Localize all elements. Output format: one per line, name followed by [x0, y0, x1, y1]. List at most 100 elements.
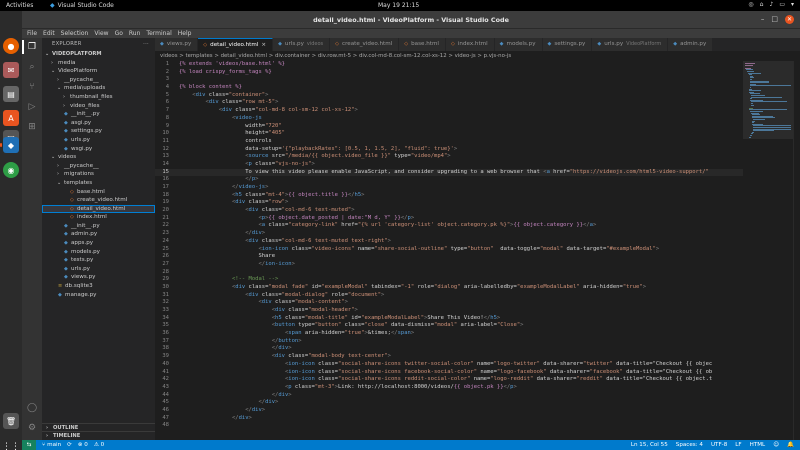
editor-tab[interactable]: ◆ urls.py videos — [273, 38, 331, 51]
cursor-position[interactable]: Ln 15, Col 55 — [631, 440, 668, 450]
code-line[interactable]: 43 <p class="mt-3">Link: http://localhos… — [155, 384, 743, 392]
code-line[interactable]: 29 <!-- Modal --> — [155, 276, 743, 284]
code-line[interactable]: 24 <div class="col-md-6 text-muted text-… — [155, 238, 743, 246]
code-line[interactable]: 26 Share — [155, 253, 743, 261]
code-line[interactable]: 32 <div class="modal-content"> — [155, 299, 743, 307]
code-line[interactable]: 1 {% extends 'videos/base.html' %} — [155, 61, 743, 69]
show-apps-icon[interactable]: ⋮⋮ — [2, 439, 20, 450]
code-line[interactable]: 16 </p> — [155, 176, 743, 184]
tree-folder[interactable]: › video_files — [42, 102, 155, 111]
code-line[interactable]: 19 <div class="row"> — [155, 199, 743, 207]
tree-file[interactable]: ◆ views.py — [42, 273, 155, 282]
tree-folder[interactable]: › __pycache__ — [42, 76, 155, 85]
feedback-icon[interactable]: ☺ — [773, 440, 779, 450]
tree-file[interactable]: ◆ urls.py — [42, 136, 155, 145]
code-line[interactable]: 42 <ion-icon class="social-share-icons r… — [155, 376, 743, 384]
vscode-dock-icon[interactable]: ◆ — [3, 137, 19, 153]
tree-file[interactable]: ◆ __init__.py — [42, 110, 155, 119]
code-line[interactable]: 4 {% block content %} — [155, 84, 743, 92]
code-line[interactable]: 5 <div class="container"> — [155, 92, 743, 100]
tree-file[interactable]: ◇ base.html — [42, 188, 155, 197]
more-actions-icon[interactable]: ··· — [143, 38, 149, 50]
menu-help[interactable]: Help — [178, 30, 192, 37]
tree-folder[interactable]: ⌄ media\uploads — [42, 84, 155, 93]
menu-file[interactable]: File — [27, 30, 37, 37]
system-tray[interactable]: ◎ ⌂ ♪ ▭ ▾ — [748, 1, 794, 8]
encoding[interactable]: UTF-8 — [711, 440, 727, 450]
search-icon[interactable]: ⌕ — [25, 60, 39, 74]
tree-file[interactable]: ◇ create_video.html — [42, 196, 155, 205]
code-line[interactable]: 47 </div> — [155, 415, 743, 423]
tree-folder[interactable]: ⌄ templates — [42, 179, 155, 188]
code-line[interactable]: 44 </div> — [155, 392, 743, 400]
tree-folder[interactable]: ⌄ VIDEOPLATFORM — [42, 50, 155, 59]
code-line[interactable]: 34 <h5 class="modal-title" id="exampleMo… — [155, 315, 743, 323]
editor-tab[interactable]: ◇ create_video.html — [330, 38, 400, 51]
trash-icon[interactable]: 🗑 — [3, 413, 19, 429]
accessibility-icon[interactable]: ◎ — [748, 1, 753, 8]
editor-tab[interactable]: ◆ settings.py — [542, 38, 593, 51]
maximize-button[interactable]: □ — [771, 15, 778, 24]
minimap-slider[interactable] — [743, 61, 793, 139]
code-line[interactable]: 33 <div class="modal-header"> — [155, 307, 743, 315]
code-line[interactable]: 23 </div> — [155, 230, 743, 238]
code-line[interactable]: 14 <p class="vjs-no-js"> — [155, 161, 743, 169]
editor-tab[interactable]: ◆ admin.py — [668, 38, 714, 51]
menu-selection[interactable]: Selection — [61, 30, 89, 37]
tree-file[interactable]: ◆ manage.py — [42, 291, 155, 300]
language-mode[interactable]: HTML — [750, 440, 766, 450]
menu-view[interactable]: View — [94, 30, 108, 37]
editor-tab[interactable]: ◇ detail_video.html × — [198, 38, 274, 52]
code-line[interactable]: 36 <span aria-hidden="true">&times;</spa… — [155, 330, 743, 338]
source-control-icon[interactable]: ⑂ — [25, 80, 39, 94]
tree-folder[interactable]: › thumbnail_files — [42, 93, 155, 102]
code-line[interactable]: 41 <ion-icon class="social-share-icons f… — [155, 369, 743, 377]
tree-file[interactable]: ≡ db.sqlite3 — [42, 282, 155, 291]
code-line[interactable]: 7 <div class="col-md-8 col-sm-12 col-xs-… — [155, 107, 743, 115]
files-icon[interactable]: ▤ — [3, 86, 19, 102]
app-menu[interactable]: ◆ Visual Studio Code — [50, 2, 114, 9]
warning-count[interactable]: ⚠ 0 — [94, 440, 104, 450]
close-tab-icon[interactable]: × — [261, 39, 266, 52]
code-line[interactable]: 25 <ion-icon class="video-icons" name="s… — [155, 246, 743, 254]
code-line[interactable]: 48 — [155, 422, 743, 430]
code-line[interactable]: 15 To view this video please enable Java… — [155, 168, 743, 177]
end-of-line[interactable]: LF — [735, 440, 741, 450]
tree-folder[interactable]: › media — [42, 59, 155, 68]
code-line[interactable]: 20 <div class="col-md-6 text-muted"> — [155, 207, 743, 215]
code-line[interactable]: 11 controls — [155, 138, 743, 146]
tree-folder[interactable]: ⌄ videos — [42, 153, 155, 162]
chrome-icon[interactable]: ◉ — [3, 162, 19, 178]
code-editor[interactable]: 1 {% extends 'videos/base.html' %} 2 {% loa… — [155, 61, 743, 440]
code-line[interactable]: 28 — [155, 269, 743, 277]
code-line[interactable]: 45 </div> — [155, 399, 743, 407]
tree-file[interactable]: ◇ index.html — [42, 213, 155, 222]
volume-icon[interactable]: ♪ — [769, 1, 773, 8]
code-line[interactable]: 39 <div class="modal-body text-center"> — [155, 353, 743, 361]
tree-folder[interactable]: › __pycache__ — [42, 162, 155, 171]
manage-gear-icon[interactable]: ⚙ — [25, 421, 39, 435]
code-line[interactable]: 35 <button type="button" class="close" d… — [155, 322, 743, 330]
error-count[interactable]: ⊗ 0 — [78, 440, 88, 450]
git-branch[interactable]: ⑂ main — [42, 440, 61, 450]
tree-file[interactable]: ◆ apps.py — [42, 239, 155, 248]
menu-go[interactable]: Go — [115, 30, 123, 37]
run-debug-icon[interactable]: ▷ — [25, 100, 39, 114]
clock[interactable]: May 19 21:15 — [378, 2, 419, 9]
code-line[interactable]: 8 <video-js — [155, 115, 743, 123]
code-line[interactable]: 3 — [155, 76, 743, 84]
code-line[interactable]: 6 <div class="row mt-5"> — [155, 99, 743, 107]
window-title-bar[interactable]: detail_video.html - VideoPlatform - Visu… — [22, 11, 800, 29]
explorer-icon[interactable]: ❐ — [25, 40, 39, 54]
menu-edit[interactable]: Edit — [43, 30, 55, 37]
code-line[interactable]: 21 <p>{{ object.date_posted | date:"M d,… — [155, 215, 743, 223]
editor-tab[interactable]: ◆ views.py — [155, 38, 199, 51]
code-line[interactable]: 2 {% load crispy_forms_tags %} — [155, 69, 743, 77]
notifications-icon[interactable]: 🔔 — [787, 440, 794, 450]
code-line[interactable]: 9 width="720" — [155, 123, 743, 131]
tree-file[interactable]: ◆ models.py — [42, 248, 155, 257]
extensions-icon[interactable]: ⊞ — [25, 120, 39, 134]
tree-file[interactable]: ◆ asgi.py — [42, 119, 155, 128]
power-menu-icon[interactable]: ▾ — [791, 1, 794, 8]
tree-file[interactable]: ◆ settings.py — [42, 127, 155, 136]
